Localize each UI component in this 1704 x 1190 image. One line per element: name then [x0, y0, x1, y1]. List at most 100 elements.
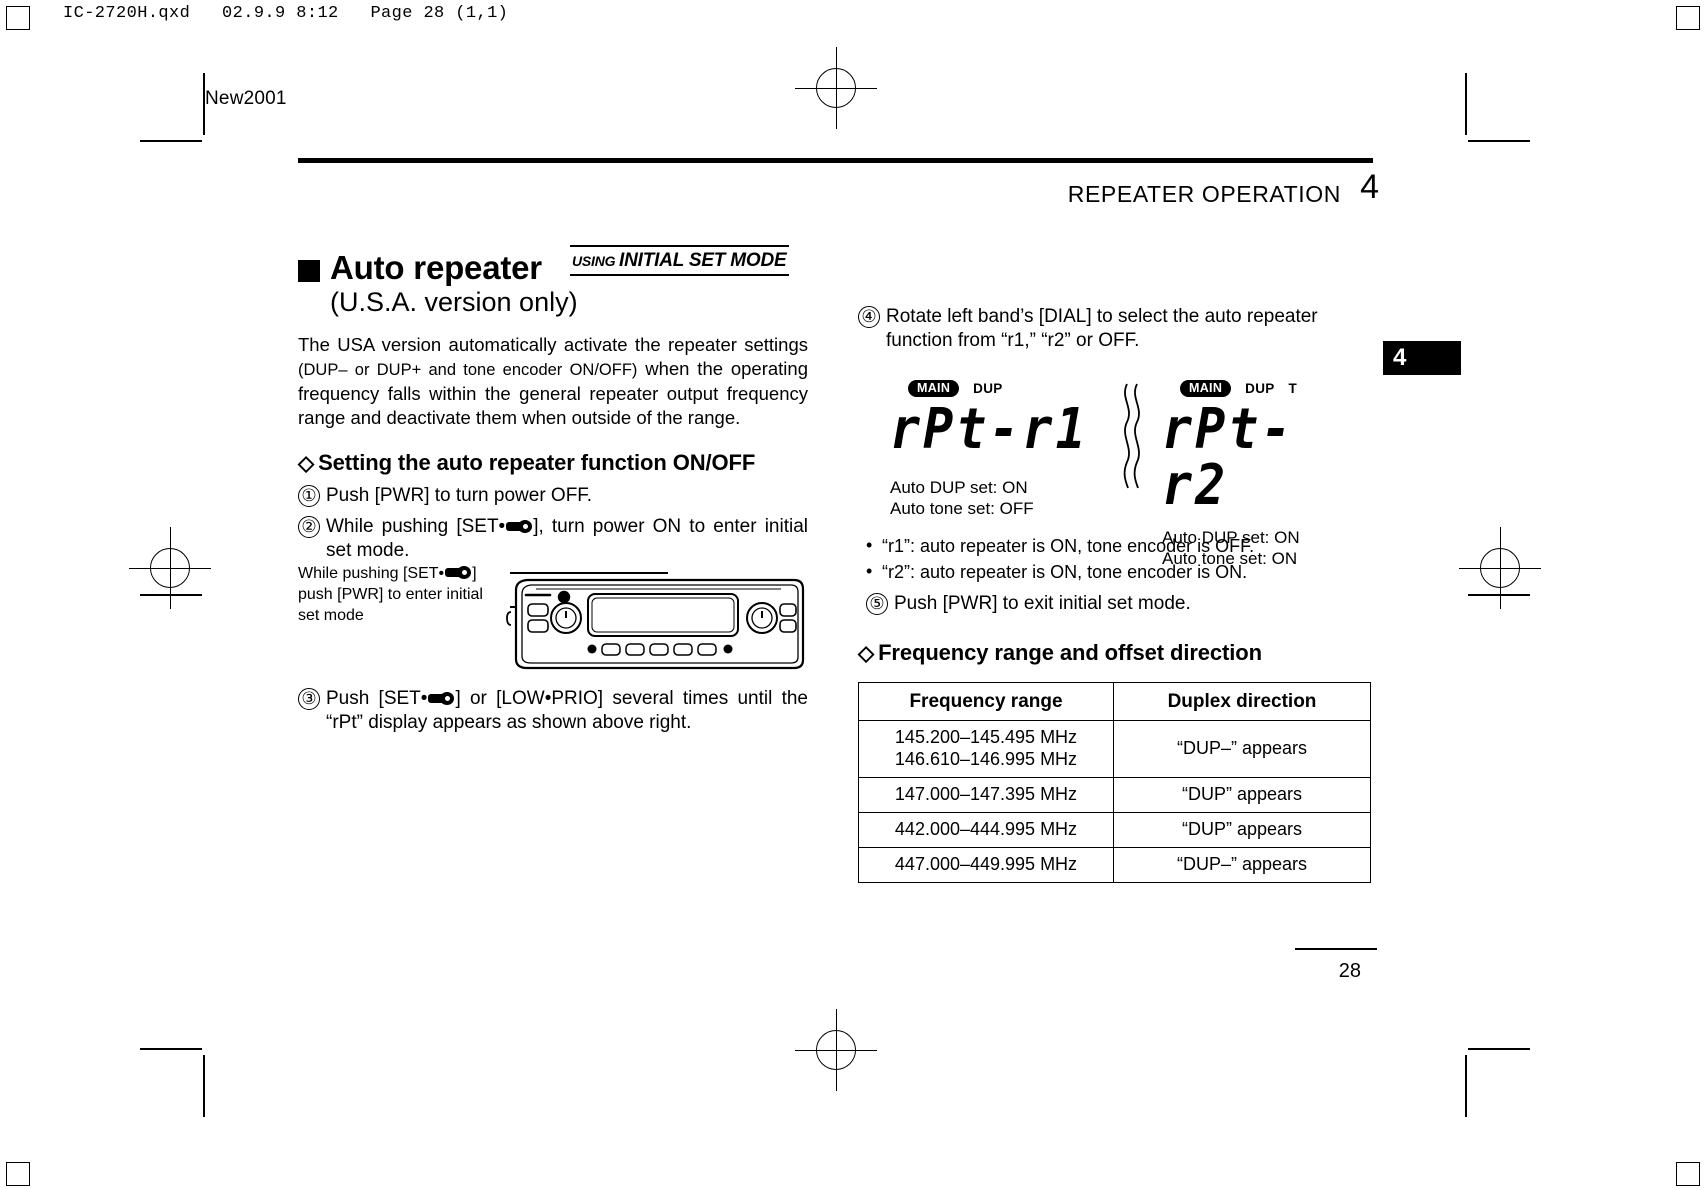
crop-mark-top-right: [1676, 6, 1700, 30]
main-indicator-pill: MAIN: [1180, 380, 1232, 397]
registration-mark-left: [129, 527, 211, 609]
lcd-caption-left-line2: Auto tone set: OFF: [890, 499, 1034, 519]
new2001-mark: New2001: [205, 88, 287, 109]
key-icon: [506, 519, 533, 533]
trim-mark-tr-v: [1465, 73, 1467, 135]
frequency-section-heading: ◇ Frequency range and offset direction: [858, 640, 1378, 666]
break-squiggle-icon: [1123, 383, 1140, 489]
step-3-wrapper: ③ Push [SET•] or [LOW•PRIO] several times…: [298, 680, 808, 735]
range-line-1: 145.200–145.495 MHz: [894, 727, 1078, 748]
cell-duplex-direction: “DUP” appears: [1113, 777, 1371, 814]
column-header-duplex-direction: Duplex direction: [1113, 681, 1371, 722]
section-title: Auto repeater: [330, 249, 542, 286]
cell-frequency-range: 147.000–147.395 MHz: [858, 777, 1114, 814]
diamond-bullet-icon: ◇: [858, 642, 875, 665]
step-text: Rotate left band’s [DIAL] to select the …: [886, 306, 1318, 351]
right-column-notes: “r1”: auto repeater is ON, tone encoder …: [866, 525, 1378, 616]
square-bullet-icon: [298, 260, 320, 282]
frequency-section-heading-text: Frequency range and offset direction: [878, 640, 1262, 665]
radio-illustration: [506, 578, 805, 670]
callout-line-1-post: ]: [472, 565, 477, 582]
lcd-indicator-row-left: MAIN DUP: [908, 380, 1089, 397]
key-icon: [428, 692, 455, 705]
step-number: ②: [298, 515, 320, 538]
step-item-2: ② While pushing [SET•], turn power ON to …: [298, 515, 808, 563]
step-number: ⑤: [866, 592, 888, 615]
crop-mark-bottom-left: [6, 1162, 30, 1186]
column-header-frequency-range: Frequency range: [858, 681, 1114, 722]
key-icon: [445, 566, 472, 579]
step-number: ④: [858, 306, 880, 328]
callout-line-3: set mode: [298, 607, 364, 625]
left-column: Auto repeater (U.S.A. version only) The …: [298, 250, 808, 563]
subsection-heading-text: Setting the auto repeater function ON/OF…: [318, 449, 756, 475]
running-head-chapter-number: 4: [1360, 168, 1379, 206]
table-row: 447.000–449.995 MHz “DUP–” appears: [858, 846, 1371, 883]
step-number: ①: [298, 484, 320, 507]
r-note-list: “r1”: auto repeater is ON, tone encoder …: [866, 534, 1378, 585]
new2001-rule: [203, 73, 204, 121]
crop-mark-bottom-right: [1676, 1162, 1700, 1186]
step-text: Push [PWR] to exit initial set mode.: [894, 592, 1191, 614]
callout-line-1-pre: While pushing [SET•: [298, 565, 445, 582]
step-item-5: ⑤ Push [PWR] to exit initial set mode.: [866, 592, 1378, 616]
section-subtitle: (U.S.A. version only): [330, 286, 578, 317]
page-number: 28: [1338, 960, 1361, 982]
chapter-tab: 4: [1383, 341, 1461, 375]
file-header-strip: IC-2720H.qxd 02.9.9 8:12 Page 28 (1,1): [63, 4, 509, 23]
lcd-figures: MAIN DUP rPt-r1 Auto DUP set: ON Auto to…: [890, 380, 1360, 568]
main-indicator-pill: MAIN: [908, 380, 960, 397]
cell-frequency-range: 442.000–444.995 MHz: [858, 812, 1114, 848]
table-row: 147.000–147.395 MHz “DUP” appears: [858, 777, 1371, 814]
right-column: ④ Rotate left band’s [DIAL] to select the…: [858, 298, 1373, 353]
crop-mark-top-left: [6, 6, 30, 30]
trim-mark-right-mid: [1468, 594, 1530, 596]
steps-list-continued: ③ Push [SET•] or [LOW•PRIO] several times…: [298, 687, 808, 735]
cell-frequency-range: 447.000–449.995 MHz: [858, 846, 1114, 883]
registration-mark-right: [1459, 527, 1541, 609]
running-head-title: REPEATER OPERATION: [1067, 181, 1341, 207]
subsection-heading-on-off: ◇ Setting the auto repeater function ON/O…: [298, 450, 808, 476]
cell-frequency-range: 145.200–145.495 MHz 146.610–146.995 MHz: [858, 720, 1114, 779]
lcd-indicator-row-right: MAIN DUP T: [1180, 380, 1360, 397]
lcd-segment-text-left: rPt-r1: [890, 396, 1089, 462]
radio-callout-text: While pushing [SET•] push [PWR] to enter…: [298, 563, 513, 626]
step-text: Push [PWR] to turn power OFF.: [326, 484, 593, 506]
frequency-table-wrapper: Frequency range Duplex direction 145.200…: [858, 681, 1378, 883]
diamond-bullet-icon: ◇: [298, 451, 315, 475]
cell-duplex-direction: “DUP–” appears: [1113, 846, 1371, 883]
table-row: 442.000–444.995 MHz “DUP” appears: [858, 812, 1371, 848]
tone-indicator: T: [1288, 380, 1298, 396]
lcd-figure-left: MAIN DUP rPt-r1 Auto DUP set: ON Auto to…: [890, 380, 1089, 520]
lcd-caption-left-line1: Auto DUP set: ON: [890, 477, 1028, 497]
registration-mark-top: [795, 47, 877, 129]
step-item-3: ③ Push [SET•] or [LOW•PRIO] several times…: [298, 687, 808, 735]
table-row: 145.200–145.495 MHz 146.610–146.995 MHz …: [858, 720, 1371, 779]
step-text-pre: Push [SET•: [326, 688, 428, 709]
step-number: ③: [298, 688, 320, 710]
steps-list-right-2: ⑤ Push [PWR] to exit initial set mode.: [866, 592, 1378, 616]
dup-indicator: DUP: [1245, 380, 1275, 396]
section-title-row: Auto repeater: [298, 250, 808, 286]
lcd-caption-left: Auto DUP set: ON Auto tone set: OFF: [890, 477, 1089, 521]
steps-list: ① Push [PWR] to turn power OFF. ② While pu…: [298, 484, 808, 563]
frequency-section: ◇ Frequency range and offset direction Fr…: [858, 620, 1378, 883]
trim-mark-bl-v: [203, 1055, 205, 1117]
trim-mark-left-mid: [140, 594, 202, 596]
intro-part-2: (DUP– or DUP+ and tone encoder ON/OFF): [298, 361, 638, 380]
intro-part-1: The USA version automatically activate t…: [298, 334, 808, 356]
list-item: “r2”: auto repeater is ON, tone encoder …: [866, 560, 1378, 584]
step-item-1: ① Push [PWR] to turn power OFF.: [298, 484, 808, 508]
callout-line-2: push [PWR] to enter initial: [298, 586, 483, 604]
trim-mark-br-h: [1468, 1048, 1530, 1050]
folio-rule: [1295, 948, 1377, 950]
list-item: “r1”: auto repeater is ON, tone encoder …: [866, 534, 1378, 558]
steps-list-right: ④ Rotate left band’s [DIAL] to select the…: [858, 305, 1373, 353]
trim-mark-bl-h: [140, 1048, 202, 1050]
intro-paragraph: The USA version automatically activate t…: [298, 333, 808, 430]
registration-mark-bottom: [795, 1009, 877, 1091]
dup-indicator: DUP: [973, 380, 1003, 396]
frequency-table: Frequency range Duplex direction 145.200…: [858, 681, 1371, 883]
cell-duplex-direction: “DUP–” appears: [1113, 720, 1371, 779]
step-text-pre: While pushing [SET•: [326, 515, 506, 537]
